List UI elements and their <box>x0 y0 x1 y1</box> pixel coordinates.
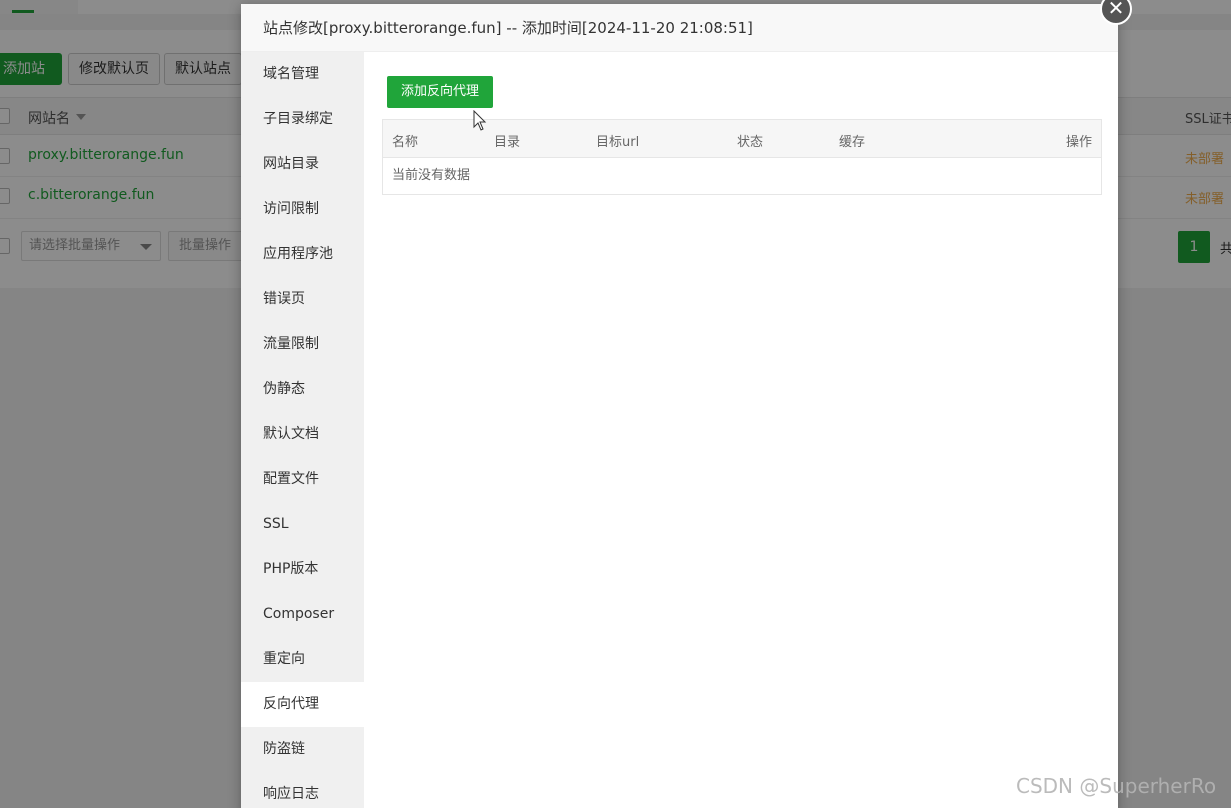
sidebar-item[interactable]: 网站目录 <box>241 142 364 187</box>
add-reverse-proxy-button[interactable]: 添加反向代理 <box>387 76 493 108</box>
col-actions: 操作 <box>1065 135 1092 150</box>
sidebar-item[interactable]: 重定向 <box>241 637 364 682</box>
site-edit-modal: 站点修改[proxy.bitterorange.fun] -- 添加时间[202… <box>241 4 1118 808</box>
col-target-url: 目标url <box>596 135 640 150</box>
modal-content: 添加反向代理 名称 目录 目标url 状态 缓存 操作 当前没有数据 <box>364 52 1118 808</box>
sidebar-item[interactable]: 伪静态 <box>241 367 364 412</box>
sidebar-item[interactable]: 域名管理 <box>241 52 364 97</box>
sidebar-item[interactable]: PHP版本 <box>241 547 364 592</box>
sidebar-item[interactable]: 应用程序池 <box>241 232 364 277</box>
modal-title: 站点修改[proxy.bitterorange.fun] -- 添加时间[202… <box>241 4 1118 52</box>
sidebar-item[interactable]: 访问限制 <box>241 187 364 232</box>
watermark: CSDN @SuperherRo <box>1016 774 1217 798</box>
empty-state: 当前没有数据 <box>392 168 471 183</box>
mouse-cursor-icon <box>473 110 487 131</box>
col-status: 状态 <box>737 135 764 150</box>
modal-side-nav: 域名管理 子目录绑定 网站目录 访问限制 应用程序池 错误页 流量限制 伪静态 默认文档 配置文件… <box>241 52 364 808</box>
proxy-table-header: 名称 目录 目标url 状态 缓存 操作 <box>383 120 1101 158</box>
sidebar-item[interactable]: 配置文件 <box>241 457 364 502</box>
col-directory: 目录 <box>494 135 521 150</box>
sidebar-item[interactable]: 子目录绑定 <box>241 97 364 142</box>
sidebar-item[interactable]: 流量限制 <box>241 322 364 367</box>
sidebar-item[interactable]: 反向代理 <box>241 682 364 727</box>
proxy-table: 名称 目录 目标url 状态 缓存 操作 当前没有数据 <box>382 119 1102 195</box>
col-name: 名称 <box>392 135 419 150</box>
sidebar-item[interactable]: 防盗链 <box>241 727 364 772</box>
col-cache: 缓存 <box>839 135 866 150</box>
sidebar-item[interactable]: Composer <box>241 592 364 637</box>
sidebar-item[interactable]: 错误页 <box>241 277 364 322</box>
sidebar-item[interactable]: SSL <box>241 502 364 547</box>
sidebar-item[interactable]: 响应日志 <box>241 772 364 808</box>
sidebar-item[interactable]: 默认文档 <box>241 412 364 457</box>
